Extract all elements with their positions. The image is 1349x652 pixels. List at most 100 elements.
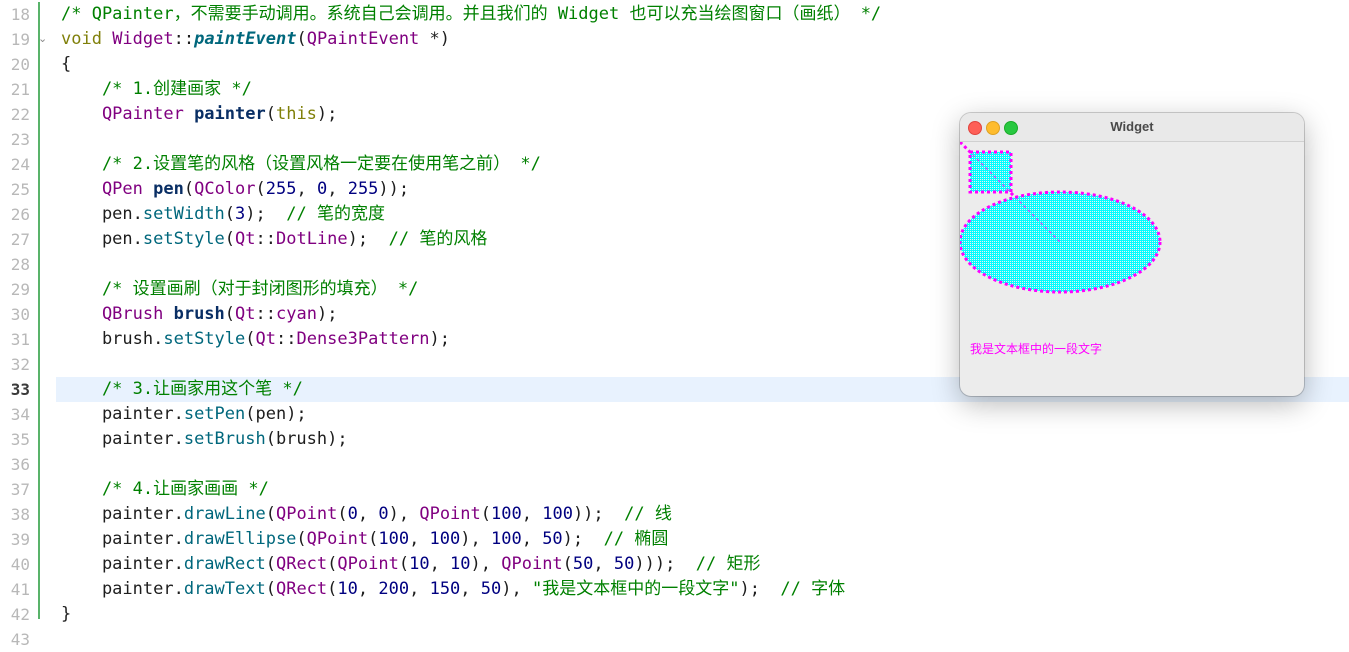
- code-line[interactable]: painter.drawEllipse(QPoint(100, 100), 10…: [61, 527, 668, 552]
- code-line[interactable]: pen.setStyle(Qt::DotLine); // 笔的风格: [61, 227, 487, 252]
- window-titlebar[interactable]: Widget: [960, 113, 1304, 142]
- code-token: setPen: [183, 404, 246, 424]
- code-token: ,: [296, 179, 317, 199]
- code-token: ),: [460, 529, 491, 549]
- code-line[interactable]: /* 4.让画家画画 */: [61, 477, 269, 502]
- code-token: /* 4.让画家画画 */: [61, 479, 269, 499]
- code-line[interactable]: QBrush brush(Qt::cyan);: [61, 302, 338, 327]
- code-token: ,: [357, 504, 379, 524]
- painted-shapes: [960, 140, 1162, 294]
- code-token: DotLine: [276, 229, 348, 249]
- code-token: );: [562, 529, 604, 549]
- code-line[interactable]: /* 3.让画家用这个笔 */: [61, 377, 303, 402]
- code-token: QPoint: [501, 554, 563, 574]
- code-line[interactable]: /* QPainter，不需要手动调用。系统自己会调用。并且我们的 Widget…: [61, 2, 881, 27]
- code-token: (brush);: [265, 429, 348, 449]
- line-number: 40: [10, 555, 30, 574]
- code-token: pen: [153, 179, 184, 199]
- line-number: 43: [10, 630, 30, 649]
- code-line[interactable]: painter.drawRect(QRect(QPoint(10, 10), Q…: [61, 552, 761, 577]
- fold-chevron-icon[interactable]: ⌄: [38, 32, 47, 45]
- code-token: /* QPainter，不需要手动调用。系统自己会调用。并且我们的 Widget…: [61, 4, 882, 24]
- line-number: 19: [10, 30, 30, 49]
- line-number: 21: [10, 80, 30, 99]
- code-line[interactable]: {: [61, 52, 71, 77]
- code-line[interactable]: /* 1.创建画家 */: [61, 77, 252, 102]
- code-token: 10: [409, 554, 430, 574]
- line-number: 32: [10, 355, 30, 374]
- line-number: 18: [10, 5, 30, 24]
- code-token: 3: [235, 204, 246, 224]
- code-token: QPoint: [419, 504, 481, 524]
- line-number: 23: [10, 130, 30, 149]
- code-token: ),: [470, 554, 502, 574]
- code-token: 100: [378, 529, 410, 549]
- code-token: 50: [542, 529, 563, 549]
- code-token: ,: [429, 554, 451, 574]
- code-token: (: [368, 529, 379, 549]
- line-number: 36: [10, 455, 30, 474]
- code-token: drawEllipse: [183, 529, 297, 549]
- code-token: (: [224, 204, 236, 224]
- code-token: (: [265, 554, 276, 574]
- code-token: void: [61, 29, 113, 49]
- code-line[interactable]: brush.setStyle(Qt::Dense3Pattern);: [61, 327, 450, 352]
- code-token: QPoint: [306, 529, 369, 549]
- line-number: 29: [10, 280, 30, 299]
- code-line[interactable]: painter.setPen(pen);: [61, 402, 307, 427]
- code-token: paintEvent: [194, 29, 297, 49]
- code-token: );: [316, 104, 338, 124]
- code-token: Qt: [235, 304, 256, 324]
- code-token: QRect: [275, 579, 328, 599]
- code-token: painter.: [61, 579, 184, 599]
- code-line[interactable]: painter.setBrush(brush);: [61, 427, 348, 452]
- code-token: drawText: [183, 579, 266, 599]
- code-line[interactable]: /* 设置画刷（对于封闭图形的填充） */: [61, 277, 418, 302]
- code-token: );: [316, 304, 338, 324]
- code-token: (: [398, 554, 410, 574]
- widget-window[interactable]: Widget 我是文本框中的一段文字: [960, 113, 1304, 396]
- line-number: 34: [10, 405, 30, 424]
- line-number: 28: [10, 255, 30, 274]
- code-token: /* 3.让画家用这个笔 */: [61, 379, 303, 399]
- code-line[interactable]: painter.drawText(QRect(10, 200, 150, 50)…: [61, 577, 845, 602]
- code-line[interactable]: QPen pen(QColor(255, 0, 255));: [61, 177, 409, 202]
- line-number: 37: [10, 480, 30, 499]
- code-token: painter.: [61, 404, 184, 424]
- code-token: ,: [521, 504, 543, 524]
- code-token: (: [245, 329, 256, 349]
- code-token: (: [224, 304, 236, 324]
- code-token: // 笔的风格: [388, 229, 488, 249]
- line-number: 20: [10, 55, 30, 74]
- code-token: QPaintEvent: [306, 29, 420, 49]
- code-line[interactable]: }: [61, 602, 71, 627]
- line-number: 31: [10, 330, 30, 349]
- line-number: 38: [10, 505, 30, 524]
- code-line[interactable]: painter.drawLine(QPoint(0, 0), QPoint(10…: [61, 502, 672, 527]
- code-token: setStyle: [163, 329, 246, 349]
- code-token: }: [61, 604, 72, 624]
- code-token: painter: [194, 104, 266, 124]
- code-token: *): [419, 29, 451, 49]
- code-token: Dense3Pattern: [296, 329, 430, 349]
- code-line[interactable]: QPainter painter(this);: [61, 102, 337, 127]
- code-token: ),: [388, 504, 420, 524]
- code-token: QPoint: [337, 554, 399, 574]
- code-token: ,: [327, 179, 348, 199]
- code-token: (: [224, 229, 236, 249]
- code-token: );: [739, 579, 781, 599]
- code-token: painter.: [61, 554, 184, 574]
- code-token: 200: [378, 579, 410, 599]
- code-line[interactable]: pen.setWidth(3); // 笔的宽度: [61, 202, 385, 227]
- code-token: QPen: [61, 179, 154, 199]
- code-token: ),: [501, 579, 532, 599]
- code-line[interactable]: void Widget::paintEvent(QPaintEvent *): [61, 27, 450, 52]
- code-token: Qt: [235, 229, 256, 249]
- code-token: 50: [572, 554, 594, 574]
- code-token: (: [337, 504, 348, 524]
- code-token: (: [183, 179, 195, 199]
- code-token: setBrush: [183, 429, 266, 449]
- code-token: (pen);: [245, 404, 307, 424]
- code-line[interactable]: /* 2.设置笔的风格（设置风格一定要在使用笔之前） */: [61, 152, 541, 177]
- code-token: QPainter: [61, 104, 195, 124]
